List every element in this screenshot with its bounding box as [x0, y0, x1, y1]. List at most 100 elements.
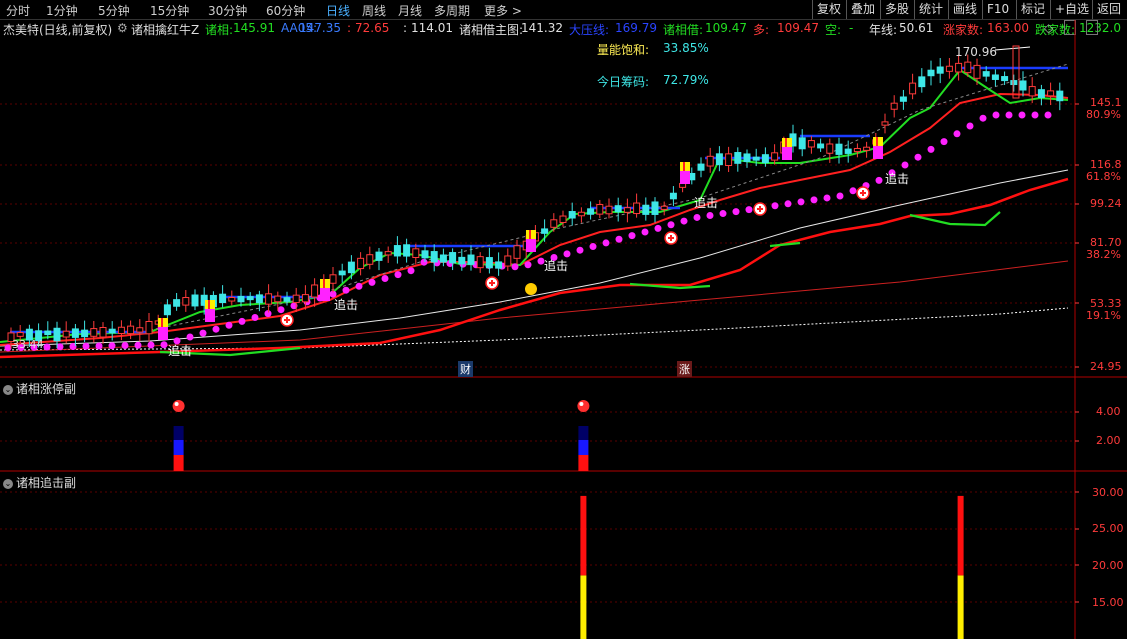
- candle-body: [485, 257, 493, 269]
- candle-body: [541, 228, 549, 234]
- signal-dot: [628, 232, 636, 240]
- sub2-tick: 30.00: [1092, 486, 1124, 499]
- candle-body: [725, 153, 733, 167]
- candle-body: [651, 201, 659, 215]
- pct-tick: 80.9%: [1086, 108, 1121, 121]
- signal-dot: [966, 122, 974, 130]
- candle-body: [375, 251, 383, 261]
- signal-dot: [602, 239, 610, 247]
- sub1-tick: 2.00: [1096, 434, 1121, 447]
- sub2-tick: 25.00: [1092, 522, 1124, 535]
- limit-up-candle-stripe: [876, 137, 878, 146]
- signal-dot: [524, 261, 532, 269]
- candle-body: [71, 328, 79, 338]
- candle-body: [955, 62, 963, 73]
- candle-body: [292, 294, 300, 304]
- candle-body: [81, 329, 89, 338]
- sub1-tick: 4.00: [1096, 405, 1121, 418]
- sub2-bar-yellow: [580, 575, 587, 639]
- signal-dot: [225, 321, 233, 329]
- limit-up-candle-stripe: [161, 318, 163, 327]
- candle-body: [421, 250, 429, 259]
- candle-body: [347, 261, 355, 274]
- kline-chart[interactable]: [0, 0, 1127, 639]
- signal-dot: [108, 342, 116, 350]
- candle-body: [771, 152, 779, 161]
- signal-dot: [394, 271, 402, 279]
- signal-dot: [706, 212, 714, 219]
- today-chip-label: 今日筹码:: [597, 75, 650, 89]
- sub2-tick: 20.00: [1092, 559, 1124, 572]
- sub2-title[interactable]: ⌄ 诸相追击副: [3, 474, 76, 491]
- signal-dot: [589, 243, 597, 251]
- candle-body: [550, 219, 558, 228]
- candle-body: [228, 297, 236, 302]
- sub2-bar-red: [580, 495, 587, 576]
- candle-body: [495, 261, 503, 269]
- candle-body: [163, 304, 171, 316]
- signal-dot: [1018, 111, 1026, 119]
- candle-body: [991, 74, 999, 80]
- sub1-ball-icon: [577, 400, 590, 412]
- signal-dot: [849, 187, 857, 195]
- signal-dot: [160, 341, 168, 349]
- candle-body: [283, 297, 291, 302]
- limit-up-candle-stripe: [683, 162, 685, 171]
- signal-dot: [277, 306, 285, 314]
- candle-body: [559, 215, 567, 223]
- candle-body: [1001, 76, 1009, 82]
- price-tick: 24.95: [1090, 360, 1122, 373]
- sub1-bar-red: [578, 455, 589, 471]
- limit-up-candle-stripe: [323, 279, 325, 288]
- candle-body: [982, 71, 990, 77]
- high-price-label: 170.96: [955, 45, 997, 59]
- signal-dot: [797, 198, 805, 206]
- candle-body: [108, 328, 116, 334]
- sub1-bar-blue: [578, 440, 589, 455]
- signal-dot: [719, 210, 727, 218]
- sub1-bar-navy: [173, 426, 184, 440]
- limit-up-candle-stripe: [529, 230, 531, 239]
- candle-body: [1037, 89, 1045, 98]
- signal-dot: [875, 176, 883, 184]
- collapse-icon[interactable]: ⌄: [3, 384, 13, 395]
- volume-saturation-value: 33.85%: [663, 41, 709, 55]
- chase-label: 追击: [168, 344, 193, 358]
- signal-dot: [420, 258, 428, 266]
- ma-red-mid-line: [0, 92, 1069, 346]
- candle-body: [1028, 86, 1036, 97]
- candle-body: [936, 66, 944, 74]
- candle-body: [1019, 80, 1027, 91]
- candle-body: [117, 326, 125, 334]
- signal-dot: [732, 208, 740, 216]
- signal-dot: [238, 317, 246, 325]
- candle-body: [633, 202, 641, 215]
- candle-body: [605, 205, 613, 215]
- collapse-icon[interactable]: ⌄: [3, 478, 13, 489]
- candle-body: [734, 152, 742, 164]
- signal-dot: [264, 310, 272, 318]
- candle-body: [16, 332, 24, 337]
- candle-body: [430, 251, 438, 263]
- sub1-bar-navy: [578, 426, 589, 440]
- finance-marker[interactable]: 财: [458, 361, 473, 377]
- limit-up-marker[interactable]: 涨: [677, 361, 692, 377]
- sub1-title[interactable]: ⌄ 诸相涨停副: [3, 380, 76, 397]
- chase-label: 追击: [544, 259, 569, 273]
- candle-body: [697, 163, 705, 171]
- candle-body: [338, 270, 346, 276]
- candle-body: [881, 121, 889, 126]
- signal-dot: [771, 202, 779, 210]
- candle-body: [237, 295, 245, 303]
- candle-body: [817, 143, 825, 149]
- candle-body: [127, 325, 135, 335]
- candle-body: [945, 65, 953, 72]
- signal-dot: [43, 343, 51, 351]
- candle-body: [577, 211, 585, 217]
- candle-body: [191, 294, 199, 307]
- chase-label: 追击: [334, 298, 359, 312]
- candle-body: [182, 297, 190, 306]
- candle-body: [1010, 80, 1018, 86]
- candle-body: [393, 245, 401, 257]
- sub2-tick: 15.00: [1092, 596, 1124, 609]
